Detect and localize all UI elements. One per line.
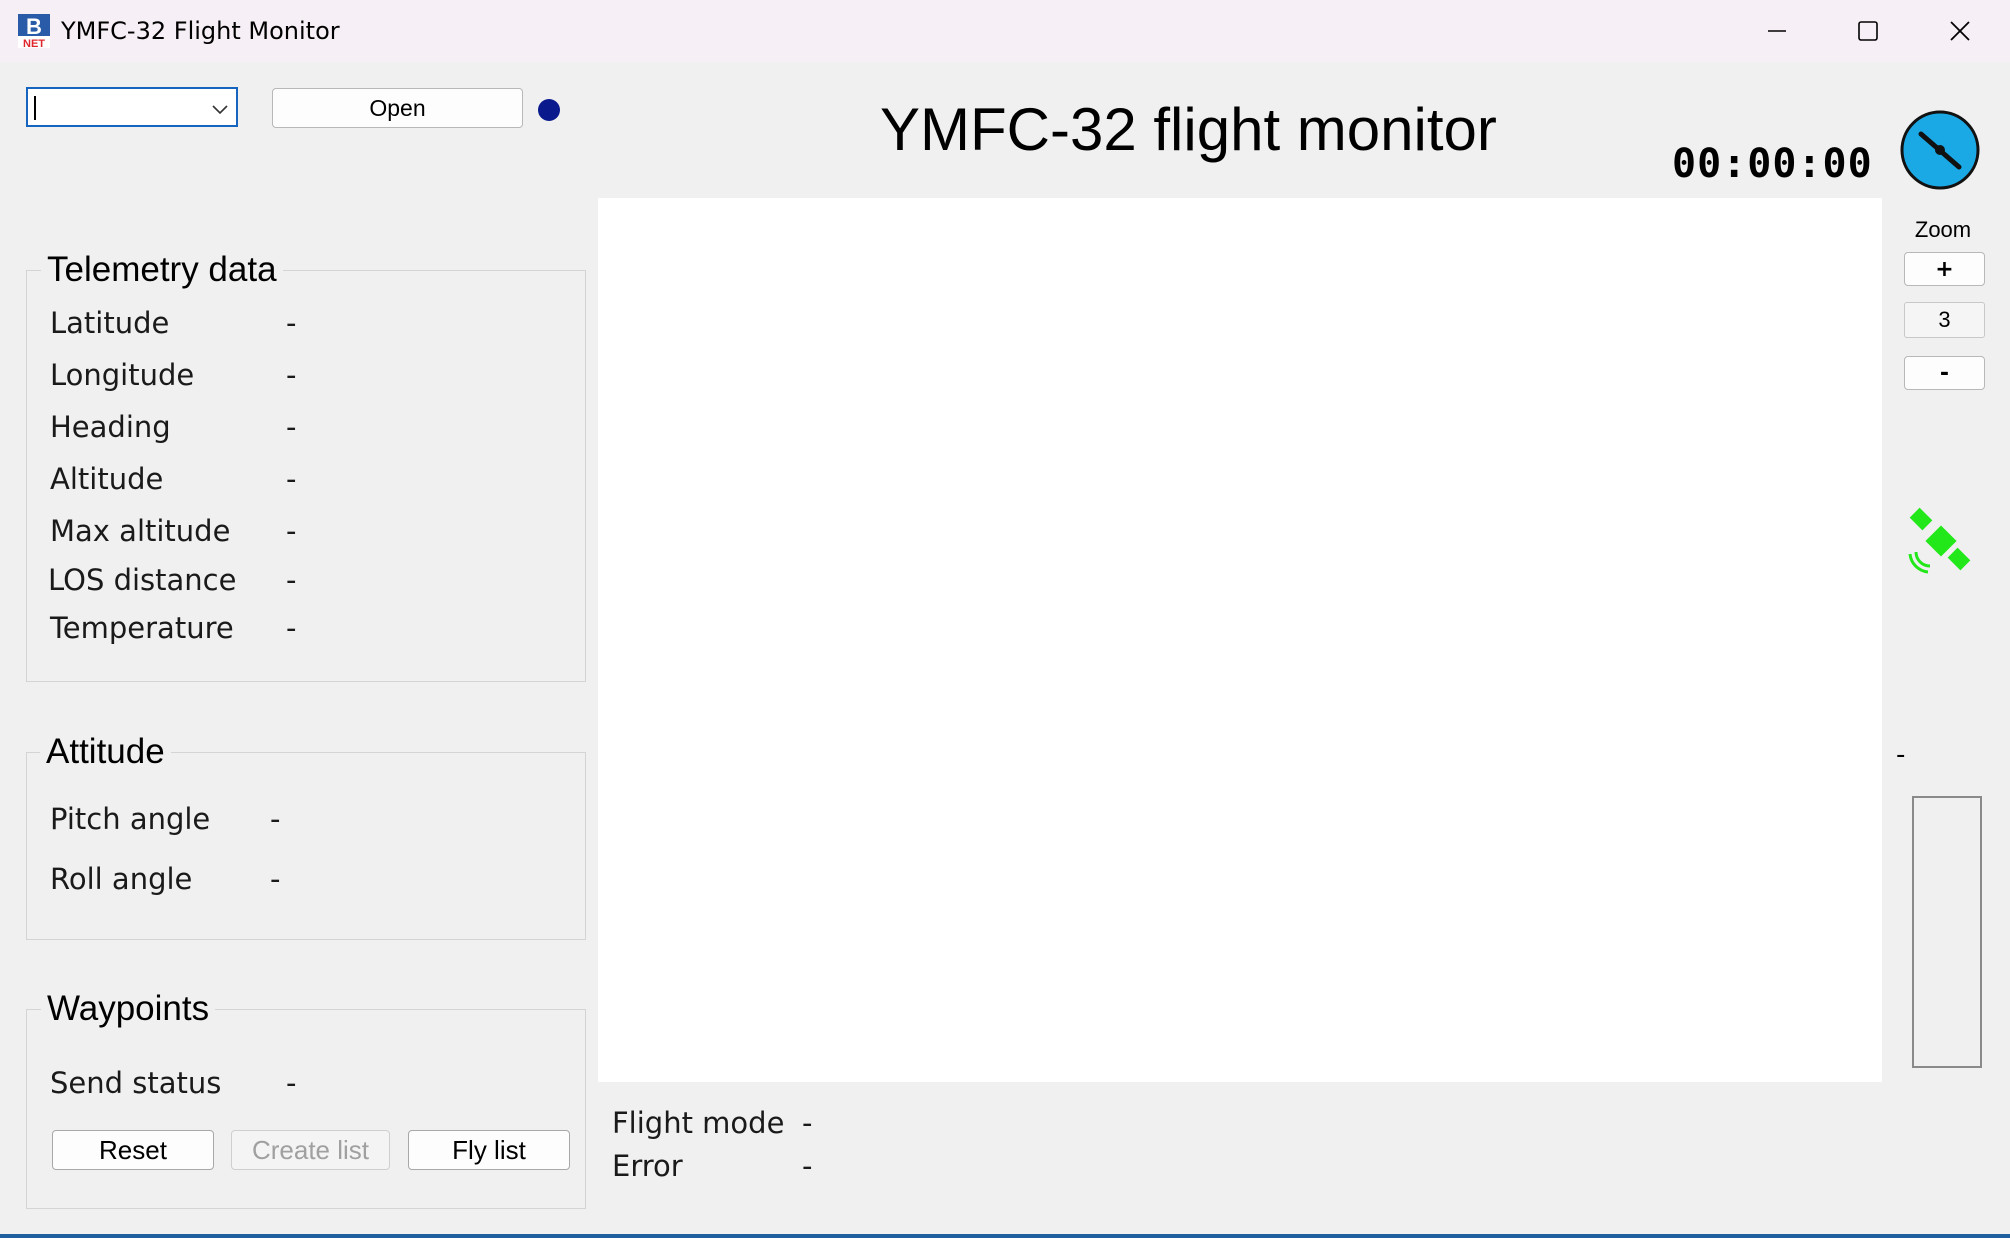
send-status-label: Send status (50, 1066, 222, 1100)
zoom-out-button[interactable]: - (1904, 356, 1985, 390)
telemetry-title: Telemetry data (41, 248, 283, 292)
window-border (0, 1234, 2010, 1238)
heading-label: Heading (50, 410, 171, 444)
roll-angle-label: Roll angle (50, 862, 193, 896)
reset-button[interactable]: Reset (52, 1130, 214, 1170)
flight-timer: 00:00:00 (1672, 141, 1873, 187)
temperature-label: Temperature (50, 611, 234, 645)
pitch-angle-value: - (270, 802, 281, 836)
fly-list-button[interactable]: Fly list (408, 1130, 570, 1170)
maximize-button[interactable] (1823, 0, 1913, 62)
app-icon-letter: B (26, 14, 42, 39)
los-distance-value: - (286, 563, 297, 597)
altitude-value: - (286, 462, 297, 496)
chevron-down-icon[interactable] (210, 99, 230, 119)
zoom-in-button[interactable]: + (1904, 252, 1985, 286)
flight-mode-value: - (802, 1106, 813, 1140)
pitch-angle-label: Pitch angle (50, 802, 211, 836)
zoom-label: Zoom (1914, 217, 1972, 242)
maximize-icon (1858, 21, 1878, 41)
waypoints-title: Waypoints (41, 987, 216, 1031)
page-title: YMFC-32 flight monitor (880, 96, 1497, 163)
app-icon-net: NET (23, 38, 45, 48)
max-altitude-value: - (286, 514, 297, 548)
altitude-bar-label: - (1896, 740, 1906, 770)
altitude-bar (1912, 796, 1982, 1068)
flight-mode-label: Flight mode (612, 1106, 785, 1140)
port-select[interactable] (26, 87, 238, 127)
heading-value: - (286, 410, 297, 444)
altitude-label: Altitude (50, 462, 164, 496)
app-icon: B NET (18, 14, 50, 50)
zoom-level-field: 3 (1904, 302, 1985, 338)
window-title: YMFC-32 Flight Monitor (61, 17, 340, 45)
waypoints-group (26, 1009, 586, 1209)
temperature-value: - (286, 611, 297, 645)
roll-angle-value: - (270, 862, 281, 896)
attitude-group (26, 752, 586, 940)
text-cursor (34, 96, 36, 120)
satellite-icon (1906, 506, 1976, 576)
error-label: Error (612, 1149, 683, 1183)
longitude-value: - (286, 358, 297, 392)
map-view[interactable] (598, 198, 1882, 1082)
connection-status-led (538, 99, 560, 121)
latitude-label: Latitude (50, 306, 170, 340)
max-altitude-label: Max altitude (50, 514, 231, 548)
minimize-icon (1768, 30, 1786, 32)
attitude-title: Attitude (40, 730, 171, 774)
heading-indicator-icon (1899, 109, 1981, 191)
latitude-value: - (286, 306, 297, 340)
close-button[interactable] (1915, 0, 2005, 62)
send-status-value: - (286, 1066, 297, 1100)
minimize-button[interactable] (1732, 0, 1822, 62)
error-value: - (802, 1149, 813, 1183)
create-list-button[interactable]: Create list (231, 1130, 390, 1170)
los-distance-label: LOS distance (48, 563, 237, 597)
open-button[interactable]: Open (272, 88, 523, 128)
longitude-label: Longitude (50, 358, 195, 392)
close-icon (1950, 21, 1970, 41)
